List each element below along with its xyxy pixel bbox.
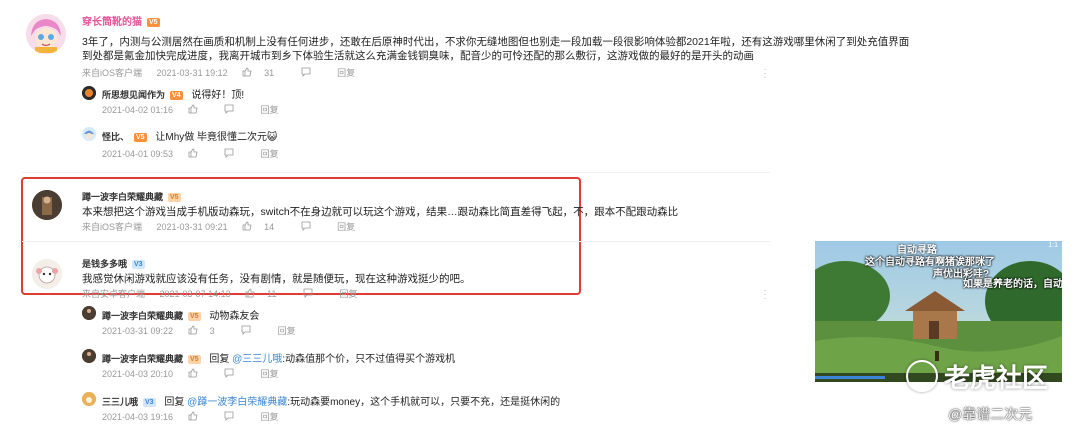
comment-meta: 来自iOS客户端 2021-03-31 19:12 31 回复 [82, 67, 356, 79]
comment-icon [224, 368, 234, 380]
comment-text: 我感觉休闲游戏就应该没有任务，没有剧情，就是随便玩，现在这种游戏挺少的吧。 [82, 273, 471, 285]
mention-link[interactable]: @三三儿哦 [232, 354, 282, 365]
avatar[interactable] [82, 392, 96, 406]
comment-icon [224, 104, 234, 116]
video-corner-label: 1:1 [1048, 242, 1058, 249]
reply-meta: 2021-04-03 20:10 回复 [102, 368, 279, 380]
reply-row: 蹲一波李白荣耀典藏 V5 回复 @三三儿哦:动森值那个价，只不过值得买个游戏机 [102, 354, 456, 365]
comment-button[interactable] [224, 104, 246, 116]
thumbs-up-icon [188, 368, 198, 380]
thumbs-up-icon [242, 67, 252, 79]
comment-icon [224, 411, 234, 423]
avatar[interactable] [32, 190, 62, 220]
reply-row: 蹲一波李白荣耀典藏 V5 动物森友会 [102, 311, 260, 322]
divider [22, 172, 770, 173]
comment-icon [303, 288, 313, 300]
comment-author[interactable]: 是钱多多哦 V3 [82, 257, 145, 270]
level-badge: V3 [132, 260, 145, 269]
reply-row: 三三儿哦 V3 回复 @蹲一波李白荣耀典藏:玩动森要money，这个手机就可以，只… [102, 397, 561, 408]
more-options-icon[interactable]: · · · [762, 65, 768, 83]
watermark-logo: 老虎社区 [906, 358, 1048, 395]
comment-text: 3年了，内测与公测居然在画质和机制上没有任何进步，还敢在后原神时代出，不求你无缝… [82, 36, 910, 62]
thumbs-up-icon [245, 288, 255, 300]
mention-link[interactable]: @蹲一波李白荣耀典藏 [187, 397, 287, 408]
comment-meta: 来自安卓客户端 2021-03-07 14:13 11 回复 [82, 288, 358, 300]
reply-button[interactable]: 回复 [261, 149, 279, 159]
like-button[interactable]: 14 [242, 221, 286, 233]
comment-meta: 来自iOS客户端 2021-03-31 09:21 14 回复 [82, 221, 356, 233]
comment-button[interactable] [241, 325, 263, 337]
comment-button[interactable] [301, 221, 323, 233]
level-badge: V5 [147, 18, 160, 27]
comment-button[interactable] [301, 67, 323, 79]
more-options-icon[interactable]: · · · [762, 286, 768, 304]
avatar[interactable] [82, 127, 96, 141]
level-badge: V5 [168, 193, 181, 202]
avatar[interactable] [82, 349, 96, 363]
comment-text: 本来想把这个游戏当成手机版动森玩，switch不在身边就可以玩这个游戏，结果…跟… [82, 206, 679, 218]
comment-button[interactable] [224, 411, 246, 423]
comment-button[interactable] [224, 368, 246, 380]
thumbs-up-icon [188, 104, 198, 116]
reply-button[interactable]: 回复 [337, 68, 355, 78]
reply-row: 怪比、 V5 让Mhy做 毕竟很懂二次元😺 [102, 132, 278, 143]
comment-icon [241, 325, 251, 337]
divider [22, 241, 770, 242]
thumbs-up-icon [188, 411, 198, 423]
like-button[interactable] [188, 104, 210, 116]
watermark-credit: @靠谱二次元 [948, 406, 1033, 422]
comment-button[interactable] [224, 148, 246, 160]
avatar[interactable] [82, 86, 96, 100]
comment-author[interactable]: 穿长筒靴的猫 V5 [82, 13, 160, 28]
like-button[interactable] [188, 368, 210, 380]
like-button[interactable]: 3 [188, 325, 227, 337]
avatar[interactable] [32, 259, 62, 289]
avatar[interactable] [82, 306, 96, 320]
comment-button[interactable] [303, 288, 325, 300]
comment-icon [301, 67, 311, 79]
like-button[interactable] [188, 148, 210, 160]
reply-button[interactable]: 回复 [261, 412, 279, 422]
reply-row: 所思想见闻作为 V4 说得好！顶! [102, 90, 245, 101]
reply-button[interactable]: 回复 [337, 222, 355, 232]
comment-icon [224, 148, 234, 160]
reply-meta: 2021-04-03 19:16 回复 [102, 411, 279, 423]
thumbs-up-icon [242, 221, 252, 233]
comment-icon [301, 221, 311, 233]
reply-button[interactable]: 回复 [278, 326, 296, 336]
video-subtitle: 如果是养老的话，自动 [963, 279, 1062, 290]
reply-meta: 2021-03-31 09:22 3 回复 [102, 325, 296, 337]
avatar[interactable] [26, 14, 66, 54]
reply-button[interactable]: 回复 [339, 289, 357, 299]
reply-meta: 2021-04-01 09:53 回复 [102, 148, 279, 160]
thumbs-up-icon [188, 148, 198, 160]
reply-button[interactable]: 回复 [261, 369, 279, 379]
reply-button[interactable]: 回复 [261, 105, 279, 115]
reply-meta: 2021-04-02 01:16 回复 [102, 104, 279, 116]
tiger-logo-icon [906, 360, 938, 392]
thumbs-up-icon [188, 325, 198, 337]
like-button[interactable]: 11 [245, 288, 288, 300]
like-button[interactable]: 31 [242, 67, 286, 79]
comment-author[interactable]: 蹲一波李白荣耀典藏 V5 [82, 190, 181, 203]
like-button[interactable] [188, 411, 210, 423]
